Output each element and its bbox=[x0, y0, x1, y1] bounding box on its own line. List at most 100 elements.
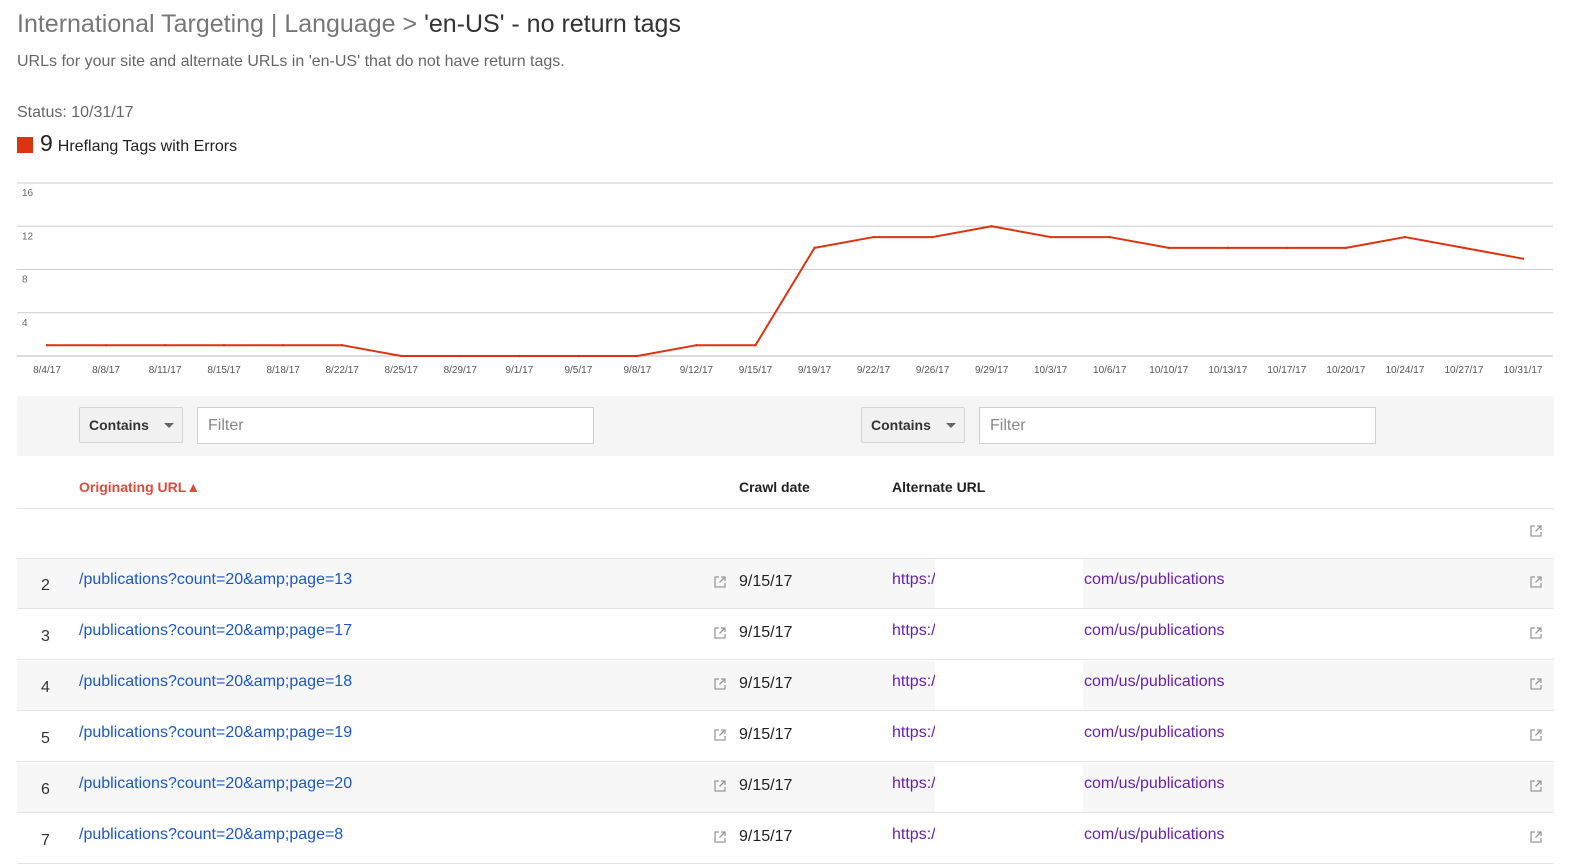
x-tick-label: 10/6/17 bbox=[1093, 365, 1127, 376]
crawl-date: 9/15/17 bbox=[739, 777, 793, 794]
data-point bbox=[990, 225, 993, 228]
alternate-url-link[interactable]: https:/ bbox=[892, 775, 936, 793]
data-point bbox=[813, 246, 816, 250]
y-tick-label: 8 bbox=[22, 275, 28, 286]
x-tick-label: 10/20/17 bbox=[1326, 365, 1365, 376]
data-point bbox=[459, 354, 462, 358]
crawl-date: 9/15/17 bbox=[739, 624, 793, 641]
data-point bbox=[341, 343, 344, 347]
data-point bbox=[695, 343, 698, 347]
data-point bbox=[45, 343, 49, 347]
x-tick-label: 8/4/17 bbox=[33, 365, 61, 376]
data-point bbox=[1403, 235, 1407, 239]
table-row: 7/publications?count=20&amp;page=8 9/15/1… bbox=[17, 814, 1554, 864]
alternate-url-link-end[interactable]: com/us/publications bbox=[1084, 775, 1225, 793]
external-link-icon[interactable] bbox=[1530, 576, 1542, 588]
alternate-url-link[interactable]: https:/ bbox=[892, 724, 936, 742]
column-alternate-url[interactable]: Alternate URL bbox=[892, 479, 985, 495]
x-tick-label: 8/11/17 bbox=[149, 365, 182, 376]
table-row bbox=[17, 509, 1554, 559]
x-tick-label: 10/24/17 bbox=[1385, 365, 1424, 376]
x-tick-label: 8/22/17 bbox=[326, 365, 360, 376]
external-link-icon[interactable] bbox=[714, 831, 726, 843]
data-point bbox=[577, 354, 580, 358]
x-tick-label: 9/5/17 bbox=[564, 365, 592, 376]
page-title: International Targeting | Language > 'en… bbox=[17, 10, 681, 39]
originating-url-link[interactable]: /publications?count=20&amp;page=13 bbox=[79, 571, 352, 589]
alternate-url-link-end[interactable]: com/us/publications bbox=[1084, 724, 1225, 742]
data-point bbox=[1049, 235, 1052, 239]
alternate-url-link-end[interactable]: com/us/publications bbox=[1084, 826, 1225, 844]
filter-bar: Contains Contains bbox=[17, 396, 1554, 456]
alternate-url-link-end[interactable]: com/us/publications bbox=[1084, 622, 1225, 640]
x-tick-label: 8/25/17 bbox=[385, 365, 419, 376]
status-text: Status: 10/31/17 bbox=[17, 104, 134, 121]
data-point bbox=[1521, 257, 1525, 260]
originating-url-link[interactable]: /publications?count=20&amp;page=20 bbox=[79, 775, 352, 793]
chart-legend: 9 Hreflang Tags with Errors bbox=[17, 130, 237, 157]
row-number: 7 bbox=[41, 832, 50, 849]
alternate-url-link-end[interactable]: com/us/publications bbox=[1084, 571, 1225, 589]
data-point bbox=[222, 343, 226, 347]
x-tick-label: 10/17/17 bbox=[1267, 365, 1306, 376]
external-link-icon[interactable] bbox=[1530, 831, 1542, 843]
redacted-area bbox=[935, 763, 1083, 812]
external-link-icon[interactable] bbox=[1530, 627, 1542, 639]
originating-url-link[interactable]: /publications?count=20&amp;page=17 bbox=[79, 622, 352, 640]
external-link-icon[interactable] bbox=[714, 576, 726, 588]
data-point bbox=[104, 343, 108, 347]
originating-url-filter-input[interactable] bbox=[197, 407, 594, 444]
column-crawl-date[interactable]: Crawl date bbox=[739, 479, 810, 495]
chevron-down-icon bbox=[164, 423, 174, 428]
external-link-icon[interactable] bbox=[714, 627, 726, 639]
alternate-match-select-value: Contains bbox=[871, 417, 931, 433]
table-row: 5/publications?count=20&amp;page=19 9/15/… bbox=[17, 712, 1554, 762]
originating-url-link[interactable]: /publications?count=20&amp;page=18 bbox=[79, 673, 352, 691]
external-link-icon[interactable] bbox=[1530, 729, 1542, 741]
alternate-url-link-end[interactable]: com/us/publications bbox=[1084, 673, 1225, 691]
alternate-url-link[interactable]: https:/ bbox=[892, 571, 936, 589]
row-number: 6 bbox=[41, 781, 50, 798]
legend-label: Hreflang Tags with Errors bbox=[57, 138, 238, 155]
originating-url-link[interactable]: /publications?count=20&amp;page=19 bbox=[79, 724, 352, 742]
x-tick-label: 9/1/17 bbox=[505, 365, 533, 376]
y-tick-label: 4 bbox=[22, 318, 28, 329]
redacted-area bbox=[935, 712, 1083, 761]
row-number: 4 bbox=[41, 679, 50, 696]
errors-line-chart: 16 12 8 4 8/4/17 8/8/17 8/11/17 8/15/17 8/18/17 8… bbox=[17, 182, 1553, 376]
originating-url-link[interactable]: /publications?count=20&amp;page=8 bbox=[79, 826, 343, 844]
chevron-down-icon bbox=[946, 423, 956, 428]
column-originating-url[interactable]: Originating URL▲ bbox=[79, 479, 200, 495]
alternate-url-filter-input[interactable] bbox=[979, 407, 1376, 444]
external-link-icon[interactable] bbox=[714, 678, 726, 690]
crawl-date: 9/15/17 bbox=[739, 675, 793, 692]
external-link-icon[interactable] bbox=[1530, 678, 1542, 690]
x-tick-label: 10/31/17 bbox=[1504, 365, 1543, 376]
y-tick-label: 12 bbox=[22, 231, 34, 242]
x-tick-label: 10/27/17 bbox=[1444, 365, 1483, 376]
redacted-area bbox=[935, 559, 1083, 608]
data-point bbox=[931, 235, 934, 239]
redacted-area bbox=[935, 661, 1083, 710]
originating-match-select-value: Contains bbox=[89, 417, 149, 433]
data-point bbox=[400, 354, 403, 358]
data-point bbox=[754, 343, 757, 347]
originating-match-select[interactable]: Contains bbox=[79, 407, 183, 443]
external-link-icon[interactable] bbox=[714, 780, 726, 792]
alternate-url-link[interactable]: https:/ bbox=[892, 673, 936, 691]
row-number: 5 bbox=[41, 730, 50, 747]
x-tick-label: 10/13/17 bbox=[1208, 365, 1247, 376]
alternate-match-select[interactable]: Contains bbox=[861, 407, 965, 443]
x-tick-label: 8/18/17 bbox=[266, 365, 300, 376]
data-point bbox=[1167, 246, 1170, 250]
data-point bbox=[281, 343, 285, 347]
table-header: Originating URL▲ Crawl date Alternate UR… bbox=[17, 466, 1554, 509]
alternate-url-link[interactable]: https:/ bbox=[892, 622, 936, 640]
external-link-icon[interactable] bbox=[714, 729, 726, 741]
external-link-icon[interactable] bbox=[1530, 780, 1542, 792]
data-point bbox=[1285, 246, 1289, 250]
external-link-icon[interactable] bbox=[1530, 525, 1542, 537]
data-point bbox=[163, 343, 167, 347]
redacted-area bbox=[935, 814, 1083, 863]
alternate-url-link[interactable]: https:/ bbox=[892, 826, 936, 844]
